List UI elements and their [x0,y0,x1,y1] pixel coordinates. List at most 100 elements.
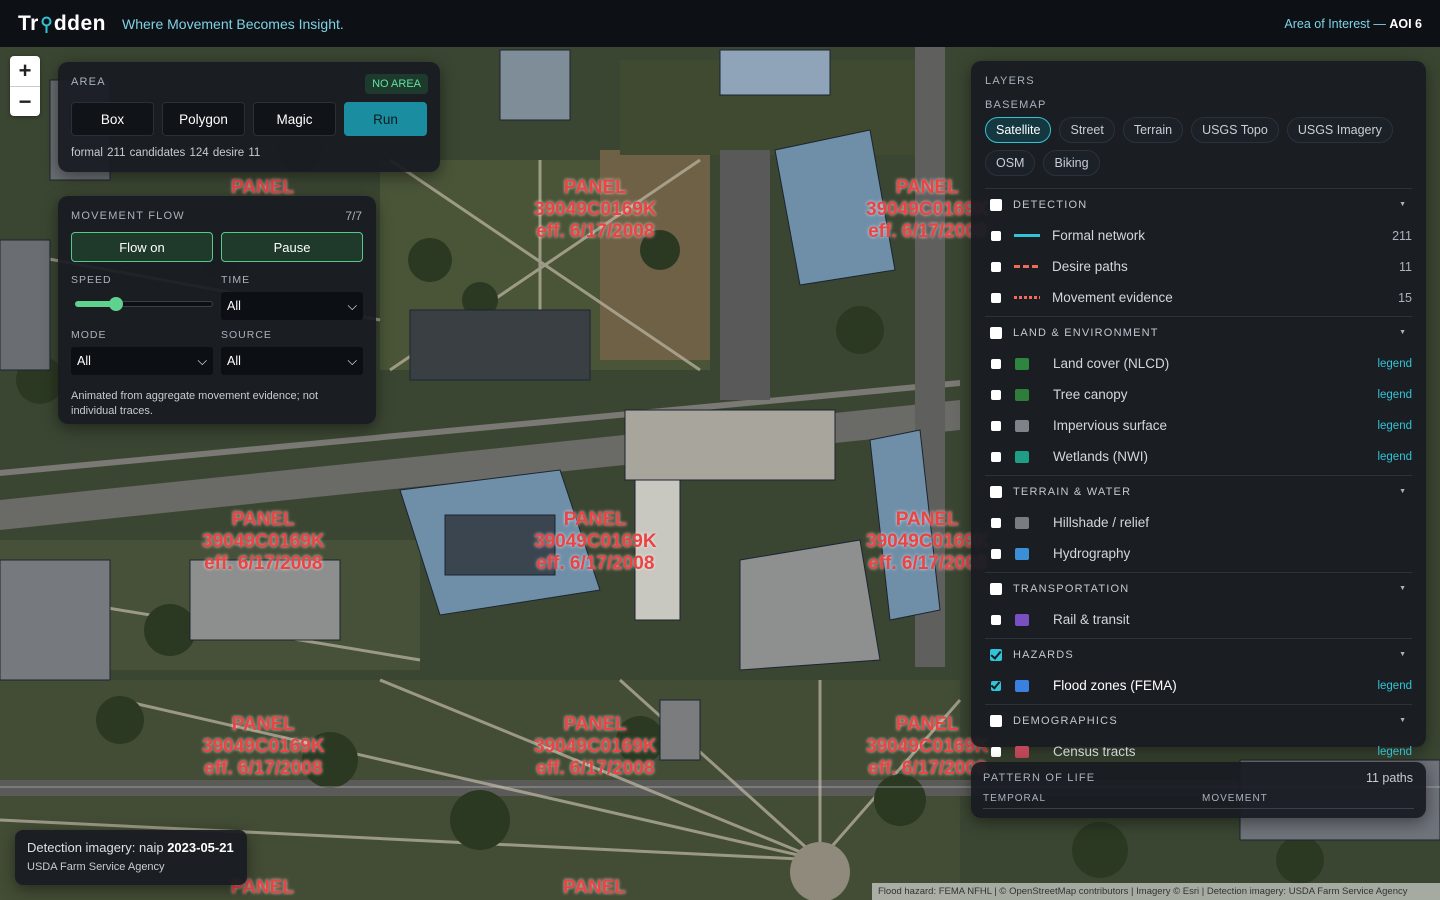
layer-checkbox[interactable] [991,614,1001,625]
layer-checkbox[interactable] [991,451,1001,462]
group-name: LAND & ENVIRONMENT [1013,326,1159,339]
path-count: 11 paths [1365,771,1413,785]
layer-name: Impervious surface [1053,418,1168,433]
caret-down-icon[interactable]: ▼ [1399,201,1406,208]
layer-impervious-surface[interactable]: Impervious surface legend [985,410,1412,441]
layers-panel: LAYERS BASEMAP Satellite Street Terrain … [971,61,1426,759]
zoom-in-button[interactable]: + [10,56,40,86]
aoi-indicator[interactable]: Area of Interest — AOI 6 [1284,17,1422,31]
caret-down-icon[interactable]: ▼ [1399,651,1406,658]
group-terrain-water[interactable]: TERRAIN & WATER ▼ [985,476,1412,507]
layers-title: LAYERS [985,75,1035,87]
layer-hydrography[interactable]: Hydrography [985,538,1412,569]
flow-on-button[interactable]: Flow on [71,232,213,262]
layer-checkbox[interactable] [991,548,1001,559]
group-hazards[interactable]: HAZARDS ▼ [985,639,1412,670]
layer-checkbox[interactable] [991,517,1001,528]
run-button[interactable]: Run [344,102,427,136]
speed-slider[interactable] [71,292,213,320]
tagline: Where Movement Becomes Insight. [122,15,344,32]
box-tool-button[interactable]: Box [71,102,154,136]
layer-name: Formal network [1052,228,1146,243]
layer-tree-canopy[interactable]: Tree canopy legend [985,379,1412,410]
legend-link[interactable]: legend [1377,451,1412,463]
group-checkbox[interactable] [990,648,1002,661]
layer-checkbox[interactable] [991,230,1001,241]
brand-logo[interactable]: Tr dden [18,12,106,36]
pattern-title: PATTERN OF LIFE [983,772,1096,784]
layer-desire-paths[interactable]: Desire paths 11 [985,251,1412,282]
group-checkbox[interactable] [990,714,1002,727]
legend-link[interactable]: legend [1377,420,1412,432]
source-value: All [227,354,241,368]
basemap-street[interactable]: Street [1059,117,1115,143]
dotted-line-swatch [1014,296,1040,299]
legend-link[interactable]: legend [1377,389,1412,401]
flood-panel-label: PANEL [563,877,626,898]
layer-land-cover[interactable]: Land cover (NLCD) legend [985,348,1412,379]
layer-wetlands[interactable]: Wetlands (NWI) legend [985,441,1412,472]
pattern-of-life-panel[interactable]: PATTERN OF LIFE 11 paths TEMPORAL MOVEME… [971,762,1426,818]
layer-flood-zones[interactable]: Flood zones (FEMA) legend [985,670,1412,701]
mode-select[interactable]: All ⌵ [71,347,213,375]
magic-tool-button[interactable]: Magic [253,102,336,136]
group-checkbox[interactable] [990,485,1002,498]
basemap-label: BASEMAP [985,99,1047,111]
group-land-environment[interactable]: LAND & ENVIRONMENT ▼ [985,317,1412,348]
group-checkbox[interactable] [990,326,1002,339]
layer-checkbox[interactable] [991,420,1001,431]
color-swatch [1015,613,1029,626]
group-detection[interactable]: DETECTION ▼ [985,189,1412,220]
group-demographics[interactable]: DEMOGRAPHICS ▼ [985,705,1412,736]
group-checkbox[interactable] [990,198,1002,211]
layer-checkbox[interactable] [991,261,1001,272]
caret-down-icon[interactable]: ▼ [1399,585,1406,592]
layer-name: Hillshade / relief [1053,515,1150,530]
basemap-satellite[interactable]: Satellite [985,117,1052,143]
basemap-biking[interactable]: Biking [1043,150,1100,176]
layer-formal-network[interactable]: Formal network 211 [985,220,1412,251]
legend-link[interactable]: legend [1377,746,1412,758]
basemap-terrain[interactable]: Terrain [1122,117,1184,143]
layer-name: Movement evidence [1052,290,1173,305]
layer-hillshade[interactable]: Hillshade / relief [985,507,1412,538]
slider-handle[interactable] [109,297,124,311]
basemap-usgs-imagery[interactable]: USGS Imagery [1286,117,1393,143]
layer-movement-evidence[interactable]: Movement evidence 15 [985,282,1412,313]
legend-link[interactable]: legend [1377,358,1412,370]
movement-label: MOVEMENT [1202,793,1414,809]
group-name: TRANSPORTATION [1013,582,1130,595]
time-select[interactable]: All ⌵ [221,292,363,320]
basemap-osm[interactable]: OSM [985,150,1036,176]
mode-label: MODE [71,329,107,341]
layer-name: Land cover (NLCD) [1053,356,1170,371]
flood-panel-label: PANEL 39049C0169K eff. 6/17/2008 [202,509,325,574]
legend-link[interactable]: legend [1377,680,1412,692]
polygon-tool-button[interactable]: Polygon [162,102,245,136]
layer-checkbox[interactable] [991,292,1001,303]
layer-rail-transit[interactable]: Rail & transit [985,604,1412,635]
layer-checkbox[interactable] [991,680,1001,691]
caret-down-icon[interactable]: ▼ [1399,329,1406,336]
group-transportation[interactable]: TRANSPORTATION ▼ [985,573,1412,604]
layer-checkbox[interactable] [991,746,1001,757]
layer-name: Census tracts [1053,744,1136,759]
location-pin-icon [41,16,52,33]
group-name: DEMOGRAPHICS [1013,714,1118,727]
speed-label: SPEED [71,274,112,286]
group-checkbox[interactable] [990,582,1002,595]
zoom-out-button[interactable]: − [10,86,40,116]
caret-down-icon[interactable]: ▼ [1399,488,1406,495]
brand-suffix: dden [53,11,107,35]
flood-panel-label: PANEL 39049C0169K eff. 6/17/2008 [534,177,657,242]
dashed-line-swatch [1014,265,1040,268]
map-attribution[interactable]: Flood hazard: FEMA NFHL | © OpenStreetMa… [872,883,1440,900]
basemap-usgs-topo[interactable]: USGS Topo [1191,117,1279,143]
source-select[interactable]: All ⌵ [221,347,363,375]
imagery-info: Detection imagery: naip 2023-05-21 USDA … [15,830,247,885]
pause-button[interactable]: Pause [221,232,363,262]
chevron-down-icon: ⌵ [347,353,357,368]
layer-checkbox[interactable] [991,358,1001,369]
layer-checkbox[interactable] [991,389,1001,400]
caret-down-icon[interactable]: ▼ [1399,717,1406,724]
